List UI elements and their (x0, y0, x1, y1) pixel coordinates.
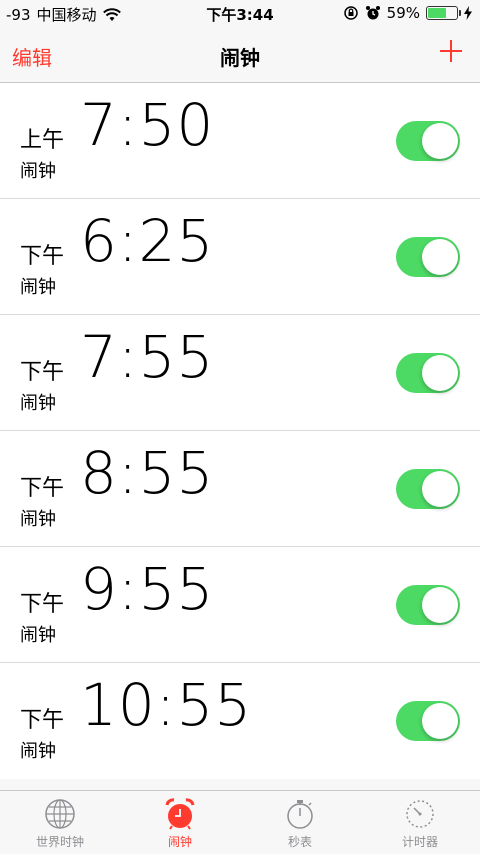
alarm-time: 9:55 (80, 555, 215, 623)
tab-stopwatch[interactable]: 秒表 (240, 791, 360, 854)
alarm-row[interactable]: 下午 9:55 闹钟 (0, 547, 480, 663)
alarm-toggle[interactable] (396, 469, 460, 509)
alarm-period: 下午 (20, 244, 65, 269)
tab-label: 秒表 (287, 835, 312, 849)
alarm-label: 闹钟 (20, 625, 56, 646)
toggle-knob (422, 471, 458, 507)
alarm-row[interactable]: 上午 7:50 闹钟 (0, 83, 480, 199)
alarm-toggle[interactable] (396, 237, 460, 277)
alarm-time: 10:55 (80, 671, 253, 739)
tab-label: 计时器 (401, 835, 438, 849)
rotation-lock-icon (343, 6, 358, 20)
alarm-period: 下午 (20, 592, 65, 617)
tab-world-clock[interactable]: 世界时钟 (0, 791, 120, 854)
toggle-knob (422, 587, 458, 623)
stopwatch-icon (287, 800, 313, 829)
alarm-label: 闹钟 (20, 161, 56, 182)
alarm-period: 下午 (20, 708, 65, 733)
tab-label: 世界时钟 (35, 835, 84, 849)
alarm-list: 上午 7:50 闹钟 下午 6:25 闹钟 下午 7:55 闹钟 下午 8:55… (0, 83, 480, 779)
alarm-clock-icon (165, 798, 195, 830)
alarm-toggle[interactable] (396, 121, 460, 161)
alarm-row[interactable]: 下午 10:55 闹钟 (0, 663, 480, 779)
add-alarm-button[interactable] (436, 36, 466, 66)
alarm-row[interactable]: 下午 8:55 闹钟 (0, 431, 480, 547)
tab-alarm[interactable]: 闹钟 (120, 791, 240, 854)
tab-bar: 世界时钟 闹钟 秒表 计时器 (0, 790, 480, 854)
alarm-row[interactable]: 下午 7:55 闹钟 (0, 315, 480, 431)
alarm-toggle[interactable] (396, 585, 460, 625)
alarm-label: 闹钟 (20, 393, 56, 414)
alarm-toggle[interactable] (396, 353, 460, 393)
alarm-label: 闹钟 (20, 509, 56, 530)
tab-timer[interactable]: 计时器 (360, 791, 480, 854)
alarm-row[interactable]: 下午 6:25 闹钟 (0, 199, 480, 315)
toggle-knob (422, 239, 458, 275)
status-bar: -93 中国移动 下午3:44 59% (0, 0, 480, 28)
battery-percent: 59% (386, 4, 420, 22)
alarm-label: 闹钟 (20, 277, 56, 298)
alarm-label: 闹钟 (20, 741, 56, 762)
toggle-knob (422, 703, 458, 739)
alarm-period: 上午 (20, 128, 65, 153)
toggle-knob (422, 123, 458, 159)
alarm-time: 6:25 (80, 207, 215, 275)
alarm-period: 下午 (20, 360, 65, 385)
alarm-time: 8:55 (80, 439, 215, 507)
alarm-period: 下午 (20, 476, 65, 501)
charging-bolt-icon (464, 6, 472, 20)
timer-icon (406, 800, 434, 828)
toggle-knob (422, 355, 458, 391)
alarm-status-icon (365, 6, 380, 20)
alarm-time: 7:50 (80, 91, 215, 159)
battery-icon (426, 6, 461, 20)
alarm-time: 7:55 (80, 323, 215, 391)
alarm-toggle[interactable] (396, 701, 460, 741)
page-title: 闹钟 (220, 46, 260, 70)
globe-icon (45, 799, 75, 829)
navigation-bar: 编辑 闹钟 (0, 28, 480, 83)
tab-label: 闹钟 (167, 835, 192, 849)
